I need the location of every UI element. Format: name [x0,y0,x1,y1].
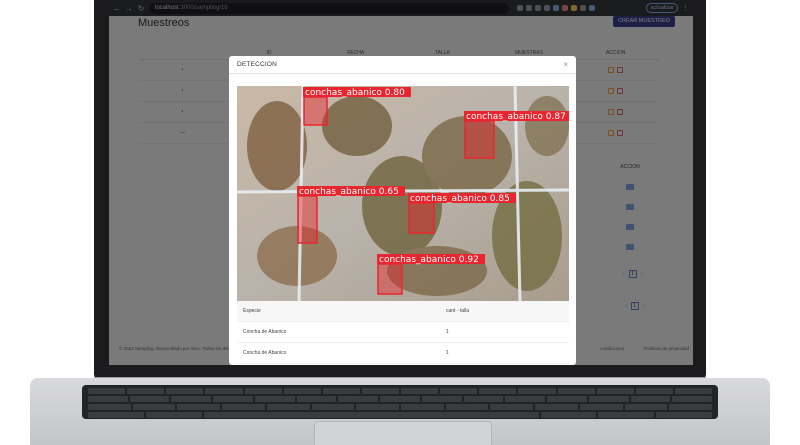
table-header-cell: Especie [243,308,261,314]
detection-label: conchas_abanico 0.65 [299,187,399,197]
table-row: Concha de Abanico 1 [237,322,569,343]
detection-table-header: Especie cant - talla [237,301,569,322]
table-row: Concha de Abanico 1 [237,343,569,364]
detection-table: Especie cant - talla Concha de Abanico 1… [237,301,569,364]
detection-rect [303,96,328,126]
detection-label: conchas_abanico 0.87 [466,112,566,122]
species-cell: Concha de Abanico [243,329,287,335]
detection-label: conchas_abanico 0.80 [305,88,405,98]
count-cell: 1 [446,350,449,356]
table-header-cell: cant - talla [446,308,470,314]
laptop-keyboard [82,385,718,419]
modal-title: DETECCION [237,61,278,68]
detection-label: conchas_abanico 0.92 [379,255,479,265]
detection-label: conchas_abanico 0.85 [410,194,510,204]
close-icon[interactable]: × [563,60,568,69]
detection-rect [464,120,495,159]
detection-rect [408,202,435,234]
detection-image: conchas_abanico 0.80 conchas_abanico 0.87… [237,86,569,301]
detection-modal: DETECCION × conchas_abanico 0.80 conchas… [229,56,576,365]
laptop-trackpad [314,421,492,445]
detection-rect [297,195,318,244]
modal-header: DETECCION × [229,56,576,74]
count-cell: 1 [446,329,449,335]
species-cell: Concha de Abanico [243,350,287,356]
detection-rect [377,263,403,295]
detection-image-svg: conchas_abanico 0.80 conchas_abanico 0.87… [237,86,569,301]
laptop-screen: ← → ↻ localhost:3000/sampling/16 actuali… [109,0,693,365]
